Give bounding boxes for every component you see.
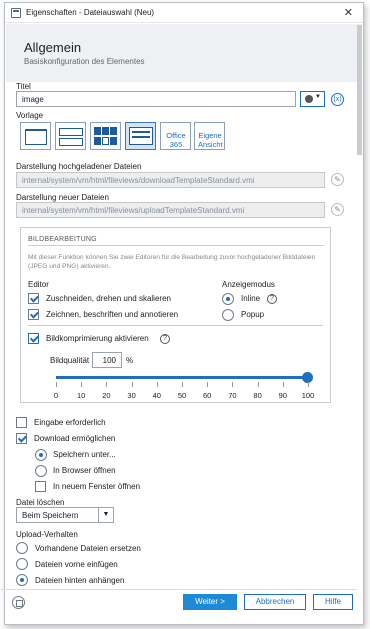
template-compact[interactable] bbox=[125, 122, 156, 150]
next-button[interactable]: Weiter > bbox=[183, 594, 237, 610]
save-as-radio[interactable] bbox=[35, 449, 47, 461]
page-title: Allgemein bbox=[24, 40, 82, 55]
title-bar: Eigenschaften - Dateiauswahl (Neu) ✕ bbox=[5, 3, 363, 23]
slider-tick-label: 50 bbox=[177, 391, 187, 400]
window-title: Eigenschaften - Dateiauswahl (Neu) bbox=[26, 8, 155, 17]
quality-slider-fill bbox=[56, 376, 308, 379]
titel-label: Titel bbox=[16, 82, 31, 91]
new-files-label: Darstellung neuer Dateien bbox=[16, 193, 109, 202]
delete-select[interactable]: Beim Speichern ▼ bbox=[16, 507, 114, 523]
variable-icon[interactable]: (x) bbox=[331, 93, 344, 106]
compression-label: Bildkomprimierung aktivieren bbox=[46, 334, 149, 343]
template-office-365[interactable]: Office 365 bbox=[160, 122, 191, 150]
upload-label: Upload-Verhalten bbox=[16, 530, 78, 539]
display-mode-label: Anzeigemodus bbox=[222, 280, 275, 289]
slider-tick-label: 40 bbox=[152, 391, 161, 400]
editor-crop-checkbox[interactable] bbox=[28, 293, 39, 304]
upload-replace-radio[interactable] bbox=[16, 542, 28, 554]
required-label: Eingabe erforderlich bbox=[34, 418, 106, 427]
new-files-input: internal/system/vm/html/fileviews/upload… bbox=[16, 202, 325, 218]
page-header: Allgemein Basiskonfiguration des Element… bbox=[6, 24, 362, 82]
slider-tick bbox=[282, 382, 284, 387]
mode-inline-radio[interactable] bbox=[222, 293, 234, 305]
template-grid-1[interactable] bbox=[20, 122, 51, 150]
mode-popup-label: Popup bbox=[241, 310, 265, 319]
slider-tick bbox=[81, 382, 83, 387]
quality-unit: % bbox=[126, 356, 134, 365]
chevron-down-icon: ▼ bbox=[315, 94, 321, 100]
group-description: Mit dieser Funktion können Sie zwei Edit… bbox=[28, 254, 316, 270]
editor-label: Editor bbox=[28, 280, 49, 289]
slider-tick bbox=[106, 382, 108, 387]
slider-tick-label: 90 bbox=[278, 391, 287, 400]
uploaded-files-label: Darstellung hochgeladener Dateien bbox=[16, 162, 142, 171]
upload-prepend-label: Dateien vorne einfügen bbox=[35, 560, 118, 569]
slider-tick-label: 60 bbox=[203, 391, 212, 400]
slider-tick bbox=[182, 382, 183, 387]
scrollbar[interactable] bbox=[357, 25, 362, 155]
upload-append-label: Dateien hinten anhängen bbox=[35, 576, 125, 585]
slider-tick bbox=[156, 382, 158, 387]
page-subtitle: Basiskonfiguration des Elementes bbox=[24, 57, 145, 66]
slider-tick-label: 100 bbox=[301, 391, 315, 400]
download-label: Download ermöglichen bbox=[34, 434, 116, 443]
divider bbox=[28, 245, 324, 246]
divider bbox=[28, 325, 323, 326]
mode-inline-label: Inline bbox=[241, 294, 261, 303]
open-browser-radio[interactable] bbox=[35, 465, 47, 477]
quality-slider-track[interactable] bbox=[56, 376, 308, 379]
footer-divider bbox=[1, 589, 357, 590]
globe-icon bbox=[305, 95, 313, 103]
chevron-down-icon: ▼ bbox=[98, 508, 113, 522]
slider-tick bbox=[207, 382, 209, 387]
open-browser-label: In Browser öffnen bbox=[53, 466, 116, 475]
titel-input[interactable]: image bbox=[16, 91, 296, 107]
slider-tick-label: 20 bbox=[102, 391, 111, 400]
slider-tick-label: 80 bbox=[253, 391, 262, 400]
language-dropdown[interactable]: ▼ bbox=[300, 91, 325, 107]
slider-tick-label: 30 bbox=[127, 391, 136, 400]
slider-tick bbox=[257, 382, 259, 387]
slider-tick bbox=[308, 382, 309, 387]
slider-tick-label: 70 bbox=[228, 391, 237, 400]
help-icon[interactable]: ? bbox=[267, 294, 277, 304]
quality-label: Bildqualität bbox=[50, 356, 90, 365]
edit-icon[interactable]: ✎ bbox=[331, 203, 344, 216]
required-checkbox[interactable] bbox=[16, 417, 27, 428]
save-as-label: Speichern unter... bbox=[53, 450, 116, 459]
window-icon bbox=[11, 8, 21, 18]
new-window-label: In neuem Fenster öffnen bbox=[53, 482, 141, 491]
template-tiles[interactable] bbox=[90, 122, 121, 150]
editor-draw-checkbox[interactable] bbox=[28, 309, 39, 320]
new-window-checkbox[interactable] bbox=[35, 481, 46, 492]
mode-popup-radio[interactable] bbox=[222, 309, 234, 321]
template-list[interactable] bbox=[55, 122, 86, 150]
slider-tick bbox=[56, 382, 57, 387]
help-button[interactable]: Hilfe bbox=[313, 594, 353, 610]
group-title: BILDBEARBEITUNG bbox=[28, 236, 97, 243]
compression-checkbox[interactable] bbox=[28, 333, 39, 344]
vorlage-label: Vorlage bbox=[16, 111, 44, 120]
delete-label: Datei löschen bbox=[16, 498, 65, 507]
slider-tick bbox=[131, 382, 133, 387]
slider-tick-label: 0 bbox=[53, 391, 59, 400]
keyboard-icon[interactable] bbox=[12, 596, 25, 609]
quality-input[interactable]: 100 bbox=[92, 352, 122, 368]
upload-replace-label: Vorhandene Dateien ersetzen bbox=[35, 544, 141, 553]
help-icon[interactable]: ? bbox=[160, 334, 170, 344]
cancel-button[interactable]: Abbrechen bbox=[244, 594, 306, 610]
slider-tick-label: 10 bbox=[77, 391, 86, 400]
download-checkbox[interactable] bbox=[16, 433, 27, 444]
slider-tick bbox=[232, 382, 234, 387]
close-icon[interactable]: ✕ bbox=[344, 6, 353, 19]
upload-prepend-radio[interactable] bbox=[16, 558, 28, 570]
editor-crop-label: Zuschneiden, drehen und skalieren bbox=[46, 294, 171, 303]
uploaded-files-input: internal/system/vm/html/fileviews/downlo… bbox=[16, 172, 325, 188]
edit-icon[interactable]: ✎ bbox=[331, 173, 344, 186]
editor-draw-label: Zeichnen, beschriften und annotieren bbox=[46, 310, 179, 319]
upload-append-radio[interactable] bbox=[16, 574, 28, 586]
template-eigene-ansicht[interactable]: Eigene Ansicht bbox=[194, 122, 225, 150]
